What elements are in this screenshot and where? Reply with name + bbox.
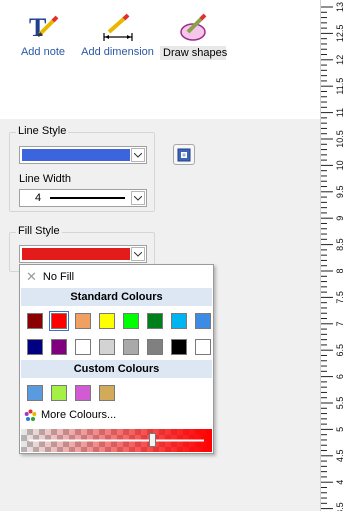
fill-color-dropdown-arrow[interactable] xyxy=(131,247,145,261)
chevron-down-icon xyxy=(134,152,142,158)
add-note-icon: T xyxy=(29,13,59,42)
ruler-label: 7.5 xyxy=(335,291,345,304)
line-width-dropdown-arrow[interactable] xyxy=(131,191,145,205)
custom-colour-swatch[interactable] xyxy=(75,385,91,401)
fill-color-swatch xyxy=(22,248,130,260)
standard-colour-swatch[interactable] xyxy=(171,339,187,355)
line-width-value: 4 xyxy=(35,192,42,204)
ruler-label: 11.5 xyxy=(335,78,345,95)
ruler-label: 4 xyxy=(335,480,345,485)
add-note-label: Add note xyxy=(20,46,66,58)
no-fill-option[interactable]: ✕ No Fill xyxy=(24,269,74,285)
standard-colour-swatch[interactable] xyxy=(27,339,43,355)
color-picker-dropdown: ✕ No Fill Standard Colours Custom Colour… xyxy=(19,264,214,454)
fill-color-select[interactable] xyxy=(19,245,147,263)
standard-colour-swatch[interactable] xyxy=(171,313,187,329)
standard-colour-swatch[interactable] xyxy=(147,313,163,329)
draw-shapes-icon xyxy=(180,13,207,41)
vertical-ruler: 13 12.5 12 11.5 11 10.5 10 9.5 9 8.5 8 7.5 7 6.5 6 5.5 5… xyxy=(320,0,355,511)
standard-colour-swatch[interactable] xyxy=(147,339,163,355)
ruler-label: 6 xyxy=(335,374,345,379)
standard-colour-swatch[interactable] xyxy=(27,313,43,329)
custom-colours-header: Custom Colours xyxy=(21,360,212,378)
custom-colour-swatch[interactable] xyxy=(27,385,43,401)
custom-colour-swatch[interactable] xyxy=(99,385,115,401)
add-note-tool[interactable]: T Add note xyxy=(18,12,68,67)
ruler-label: 6.5 xyxy=(335,344,345,357)
opacity-slider-thumb[interactable] xyxy=(148,433,156,447)
line-style-image-button[interactable] xyxy=(173,144,195,165)
standard-colour-swatch[interactable] xyxy=(75,313,91,329)
ruler-label: 9 xyxy=(335,216,345,221)
add-dimension-tool[interactable]: Add dimension xyxy=(80,12,155,67)
close-icon: ✕ xyxy=(26,269,37,284)
draw-shapes-tool[interactable]: Draw shapes xyxy=(160,12,227,67)
standard-colour-swatch[interactable] xyxy=(99,313,115,329)
ruler-scale: 13 12.5 12 11.5 11 10.5 10 9.5 9 8.5 8 7.5 7 6.5 6 5.5 5… xyxy=(321,2,345,511)
toolbar: T Add note Add dimension Draw shapes xyxy=(0,0,320,119)
standard-colour-swatch[interactable] xyxy=(123,339,139,355)
line-color-dropdown-arrow[interactable] xyxy=(131,148,145,162)
ruler-label: 5.5 xyxy=(335,397,345,410)
standard-colour-swatch[interactable] xyxy=(195,313,211,329)
custom-colour-swatch[interactable] xyxy=(51,385,67,401)
fill-style-title: Fill Style xyxy=(16,225,62,237)
standard-colour-swatch[interactable] xyxy=(123,313,139,329)
ruler-label: 5 xyxy=(335,427,345,432)
ruler-label: 9.5 xyxy=(335,186,345,199)
no-fill-label: No Fill xyxy=(42,271,75,283)
ruler-label: 12.5 xyxy=(335,25,345,43)
chevron-down-icon xyxy=(134,195,142,201)
ruler-label: 11 xyxy=(335,108,345,117)
ruler-label: 8.5 xyxy=(335,238,345,251)
more-colours-label: More Colours... xyxy=(41,409,117,421)
ruler-label: 10 xyxy=(335,160,345,170)
draw-shapes-label: Draw shapes xyxy=(160,46,227,60)
standard-colour-swatch[interactable] xyxy=(99,339,115,355)
more-colours-option[interactable]: More Colours... xyxy=(24,407,116,423)
add-dimension-icon xyxy=(102,13,133,41)
ruler-label: 13 xyxy=(335,2,345,12)
standard-colours-header: Standard Colours xyxy=(21,288,212,306)
line-width-select[interactable]: 4 xyxy=(19,189,147,207)
ruler-label: 3.5 xyxy=(335,502,345,511)
standard-colour-swatch[interactable] xyxy=(195,339,211,355)
opacity-slider[interactable] xyxy=(21,429,213,453)
picture-icon xyxy=(177,148,191,161)
chevron-down-icon xyxy=(134,251,142,257)
line-width-preview xyxy=(50,197,125,199)
line-color-swatch xyxy=(22,149,130,161)
standard-colour-swatch[interactable] xyxy=(51,339,67,355)
add-dimension-label: Add dimension xyxy=(81,46,154,58)
line-width-label: Line Width xyxy=(19,173,71,185)
opacity-gradient xyxy=(21,429,213,453)
ruler-label: 8 xyxy=(335,268,345,273)
standard-colour-swatch[interactable] xyxy=(75,339,91,355)
ruler-label: 4.5 xyxy=(335,450,345,463)
ruler-label: 10.5 xyxy=(335,130,345,148)
ruler-label: 12 xyxy=(335,55,345,65)
ruler-label: 7 xyxy=(335,321,345,326)
color-wheel-icon xyxy=(24,409,37,421)
line-color-select[interactable] xyxy=(19,146,147,164)
standard-colour-swatch[interactable] xyxy=(49,311,69,331)
line-style-title: Line Style xyxy=(16,125,69,137)
